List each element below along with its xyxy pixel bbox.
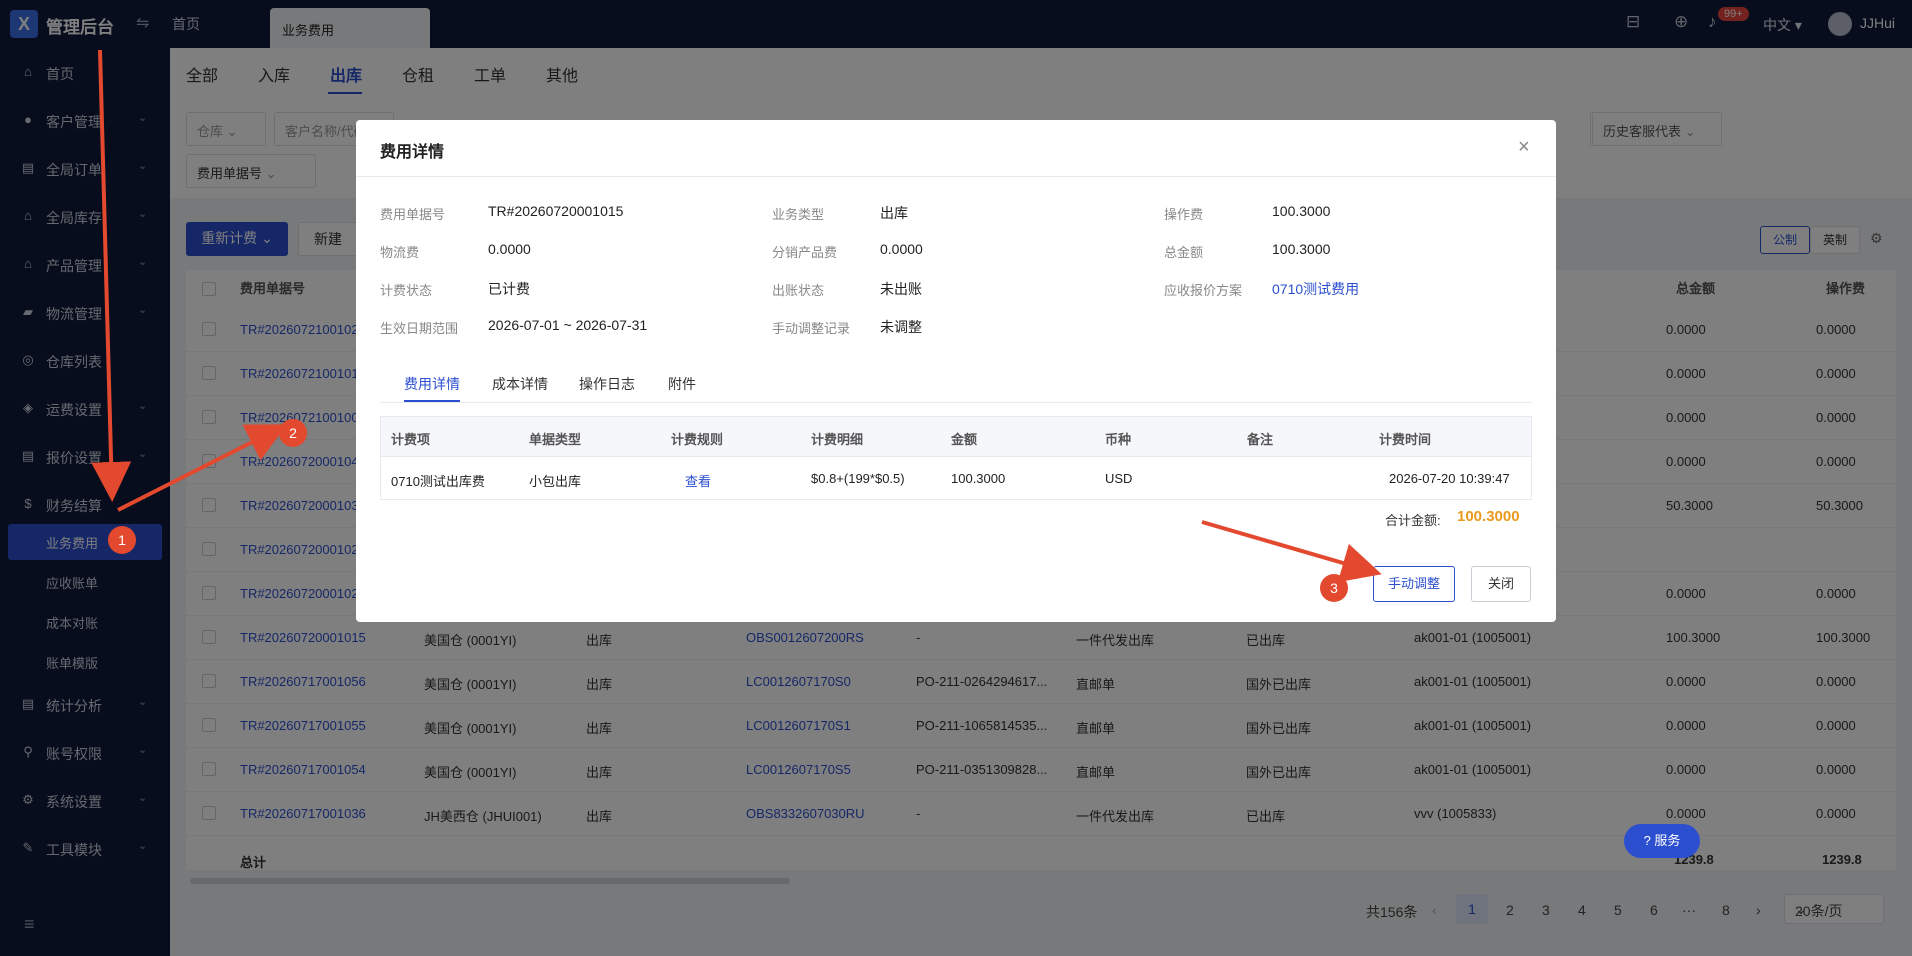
step-marker-2: 2 (279, 419, 307, 447)
step-marker-3: 3 (1320, 574, 1348, 602)
step-marker-1: 1 (108, 526, 136, 554)
arrow-1 (91, 49, 132, 502)
arrow-2 (117, 424, 288, 512)
annotation-arrows (91, 49, 1382, 583)
arrow-3 (1201, 520, 1382, 583)
